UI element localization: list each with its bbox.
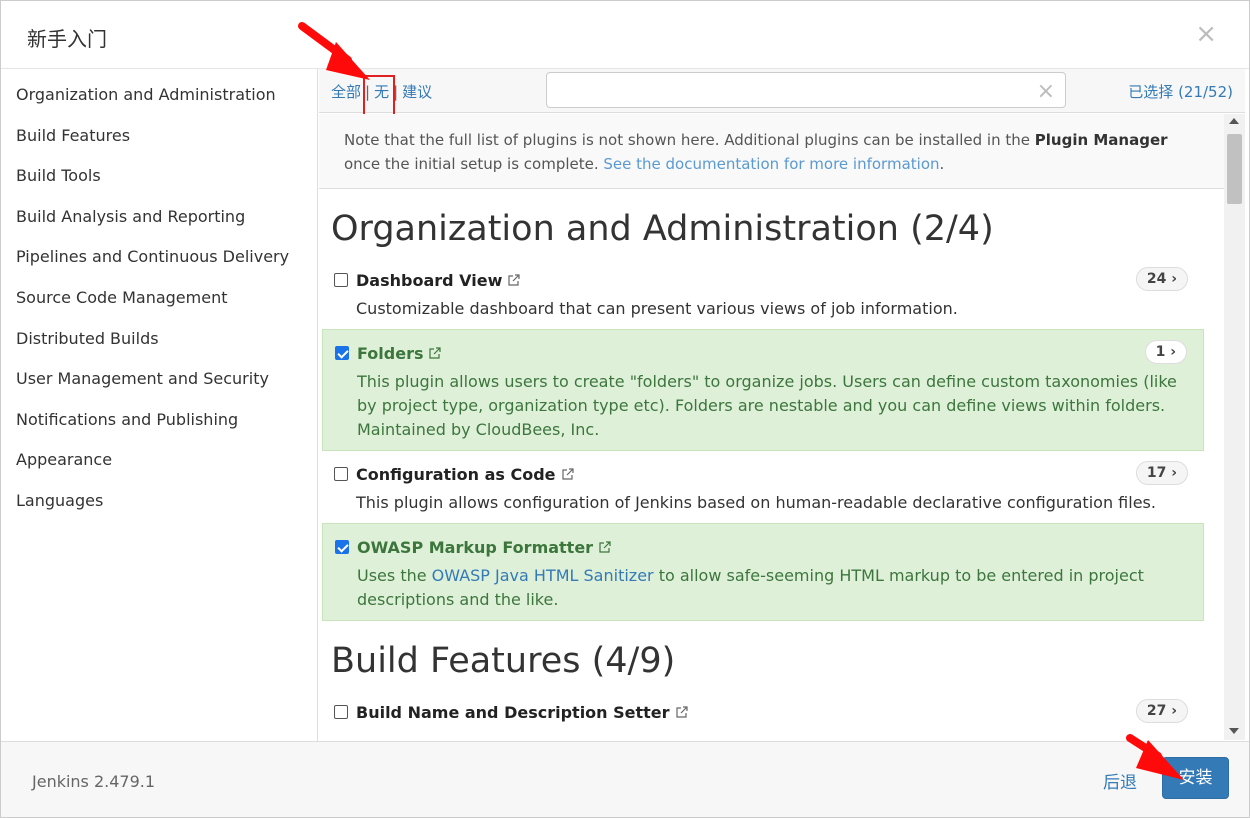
scroll-up-arrow-icon[interactable] xyxy=(1229,118,1239,124)
documentation-link[interactable]: See the documentation for more informati… xyxy=(603,155,939,173)
plugin-description: This plugin allows users to create "fold… xyxy=(357,372,1177,439)
selected-count-link[interactable]: 已选择 (21/52) xyxy=(1128,81,1233,102)
plugin-name[interactable]: Dashboard View xyxy=(356,271,502,290)
dependency-count: 27 xyxy=(1146,703,1167,719)
plugin-note: Note that the full list of plugins is no… xyxy=(319,114,1224,189)
plugin-description: Uses the OWASP Java HTML Sanitizer to al… xyxy=(357,566,1144,609)
dependency-count: 1 xyxy=(1155,344,1166,360)
plugin-name[interactable]: OWASP Markup Formatter xyxy=(357,538,593,557)
chevron-right-icon: › xyxy=(1171,703,1177,719)
dependency-badge[interactable]: 24 › xyxy=(1135,267,1188,291)
sidebar-item-build-tools[interactable]: Build Tools xyxy=(8,156,317,197)
chevron-right-icon: › xyxy=(1171,271,1177,287)
sidebar-item-appearance[interactable]: Appearance xyxy=(8,440,317,481)
sidebar-item-scm[interactable]: Source Code Management xyxy=(8,278,317,319)
annotation-arrow-icon xyxy=(1126,734,1184,780)
plugin-item-build-name-setter: Build Name and Description Setter 27 › xyxy=(322,689,1204,735)
scroll-down-arrow-icon[interactable] xyxy=(1229,728,1239,734)
setup-wizard-dialog: 新手入门 × Organization and Administration B… xyxy=(0,0,1250,818)
owasp-sanitizer-link[interactable]: OWASP Java HTML Sanitizer xyxy=(432,566,654,585)
external-link-icon[interactable] xyxy=(507,273,521,287)
plugin-checkbox[interactable] xyxy=(334,705,348,719)
plugin-checkbox[interactable] xyxy=(334,273,348,287)
dialog-title: 新手入门 xyxy=(27,27,107,51)
plugin-item-dashboard-view: Dashboard View 24 › Customizable dashboa… xyxy=(322,257,1204,329)
section-title: Organization and Administration (2/4) xyxy=(331,209,994,249)
plugin-list: Note that the full list of plugins is no… xyxy=(319,114,1224,740)
external-link-icon[interactable] xyxy=(428,346,442,360)
plugin-search-input[interactable] xyxy=(555,73,1025,107)
plugin-list-scrollbar[interactable] xyxy=(1224,114,1245,740)
dependency-count: 24 xyxy=(1146,271,1167,287)
annotation-arrow-icon xyxy=(298,22,370,80)
note-text-after: once the initial setup is complete. xyxy=(344,155,604,173)
note-period: . xyxy=(939,155,945,173)
select-suggested-link[interactable]: 建议 xyxy=(402,83,432,101)
plugin-item-folders: Folders 1 › This plugin allows users to … xyxy=(322,329,1204,451)
close-icon[interactable]: × xyxy=(1195,21,1217,47)
sidebar-item-user-management[interactable]: User Management and Security xyxy=(8,359,317,400)
dependency-badge[interactable]: 17 › xyxy=(1135,461,1188,485)
dependency-badge[interactable]: 1 › xyxy=(1144,340,1187,364)
scroll-thumb[interactable] xyxy=(1227,134,1242,204)
jenkins-version: Jenkins 2.479.1 xyxy=(32,772,156,791)
sidebar-item-notifications[interactable]: Notifications and Publishing xyxy=(8,400,317,441)
note-plugin-manager: Plugin Manager xyxy=(1034,131,1168,149)
plugin-name[interactable]: Configuration as Code xyxy=(356,465,556,484)
external-link-icon[interactable] xyxy=(675,705,689,719)
plugin-description: Customizable dashboard that can present … xyxy=(356,299,958,318)
sidebar-item-languages[interactable]: Languages xyxy=(8,481,317,522)
dependency-badge[interactable]: 27 › xyxy=(1135,699,1188,723)
section-title: Build Features (4/9) xyxy=(331,641,676,681)
search-clear-icon[interactable]: × xyxy=(1037,79,1055,104)
plugin-toolbar: 全部 | 无 | 建议 × 已选择 (21/52) xyxy=(319,69,1245,121)
sidebar-item-build-features[interactable]: Build Features xyxy=(8,116,317,157)
note-text: Note that the full list of plugins is no… xyxy=(344,131,1035,149)
plugin-item-owasp-markup-formatter: OWASP Markup Formatter Uses the OWASP Ja… xyxy=(322,523,1204,621)
plugin-checkbox[interactable] xyxy=(335,346,349,360)
dependency-count: 17 xyxy=(1146,465,1167,481)
plugin-name[interactable]: Build Name and Description Setter xyxy=(356,703,670,722)
external-link-icon[interactable] xyxy=(598,540,612,554)
plugin-name[interactable]: Folders xyxy=(357,344,423,363)
sidebar-item-organization[interactable]: Organization and Administration xyxy=(8,75,317,116)
plugin-search-box: × xyxy=(546,72,1066,108)
dialog-footer: Jenkins 2.479.1 后退 安装 xyxy=(1,741,1249,817)
plugin-checkbox[interactable] xyxy=(334,467,348,481)
plugin-item-configuration-as-code: Configuration as Code 17 › This plugin a… xyxy=(322,451,1204,523)
sidebar-item-distributed-builds[interactable]: Distributed Builds xyxy=(8,319,317,360)
chevron-right-icon: › xyxy=(1170,344,1176,360)
sidebar-item-pipelines[interactable]: Pipelines and Continuous Delivery xyxy=(8,237,317,278)
none-link-wrapper: 无 xyxy=(363,75,396,121)
category-sidebar: Organization and Administration Build Fe… xyxy=(8,69,318,741)
external-link-icon[interactable] xyxy=(561,467,575,481)
plugin-checkbox[interactable] xyxy=(335,540,349,554)
chevron-right-icon: › xyxy=(1171,465,1177,481)
plugin-description: This plugin allows configuration of Jenk… xyxy=(356,493,1156,512)
dialog-header: 新手入门 × xyxy=(1,1,1249,69)
sidebar-item-build-analysis[interactable]: Build Analysis and Reporting xyxy=(8,197,317,238)
